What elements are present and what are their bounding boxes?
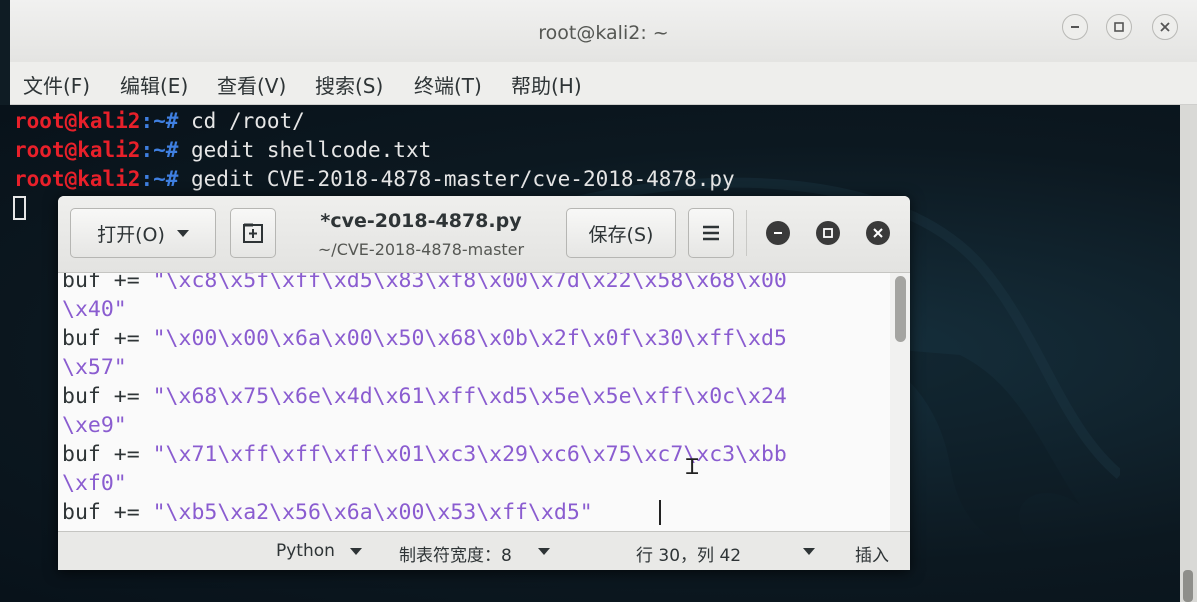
terminal-line: root@kali2:~# gedit shellcode.txt xyxy=(14,138,432,162)
insert-mode: 插入 xyxy=(855,546,889,566)
document-title: *cve-2018-4878.py xyxy=(320,210,522,232)
terminal-line: root@kali2:~# cd /root/ xyxy=(14,109,305,133)
terminal-close-icon[interactable] xyxy=(1152,14,1178,40)
code-line: buf += "\xb5\xa2\x56\x6a\x00\x53\xff\xd5… xyxy=(62,500,593,525)
menu-terminal[interactable]: 终端(T) xyxy=(414,70,482,99)
code-line: buf += "\x71\xff\xff\xff\x01\xc3\x29\xc6… xyxy=(62,442,787,467)
tab-width-selector[interactable]: 制表符宽度：8 xyxy=(399,541,512,566)
chevron-down-icon[interactable] xyxy=(350,548,362,555)
cursor-position[interactable]: 行 30，列 42 xyxy=(636,541,741,566)
hamburger-menu-icon xyxy=(703,225,719,241)
gedit-headerbar: 打开(O) *cve-2018-4878.py ~/CVE-2018-4878-… xyxy=(58,196,910,273)
chevron-down-icon[interactable] xyxy=(538,548,550,555)
chevron-down-icon xyxy=(176,229,189,237)
minimize-icon[interactable] xyxy=(766,221,790,245)
menu-view[interactable]: 查看(V) xyxy=(217,70,286,99)
maximize-icon[interactable] xyxy=(816,221,840,245)
language-selector[interactable]: Python xyxy=(276,541,335,561)
open-button[interactable]: 打开(O) xyxy=(70,208,216,258)
code-line: \x40" xyxy=(62,297,127,322)
code-line: buf += "\x00\x00\x6a\x00\x50\x68\x0b\x2f… xyxy=(62,326,787,351)
terminal-menubar: 文件(F) 编辑(E) 查看(V) 搜索(S) 终端(T) 帮助(H) xyxy=(10,62,1197,105)
ibeam-cursor-icon: Ɪ xyxy=(686,455,699,480)
open-button-label: 打开(O) xyxy=(97,223,165,246)
editor-scroll-thumb[interactable] xyxy=(895,276,906,342)
terminal-cursor xyxy=(13,196,26,220)
document-path: ~/CVE-2018-4878-master xyxy=(317,240,525,259)
save-button[interactable]: 保存(S) xyxy=(566,208,676,258)
menu-edit[interactable]: 编辑(E) xyxy=(120,70,188,99)
terminal-maximize-icon[interactable] xyxy=(1106,14,1132,40)
text-caret xyxy=(659,500,661,525)
statusbar: Python 制表符宽度：8 行 30，列 42 插入 xyxy=(58,531,910,570)
code-line: \x57" xyxy=(62,355,127,380)
gedit-window: 打开(O) *cve-2018-4878.py ~/CVE-2018-4878-… xyxy=(58,196,910,570)
close-icon[interactable] xyxy=(866,221,890,245)
code-line: buf += "\xc8\x5f\xff\xd5\x83\xf8\x00\x7d… xyxy=(62,273,787,293)
chevron-down-icon[interactable] xyxy=(803,548,815,555)
menu-help[interactable]: 帮助(H) xyxy=(511,70,582,99)
terminal-scrollbar[interactable] xyxy=(1180,105,1197,602)
code-line: \xe9" xyxy=(62,413,127,438)
terminal-line: root@kali2:~# gedit CVE-2018-4878-master… xyxy=(14,167,735,191)
menu-search[interactable]: 搜索(S) xyxy=(315,70,383,99)
code-line: \xf0" xyxy=(62,471,127,496)
new-document-button[interactable] xyxy=(230,208,276,258)
header-separator xyxy=(746,210,747,256)
hamburger-menu-button[interactable] xyxy=(688,208,734,258)
code-line: buf += "\x68\x75\x6e\x4d\x61\xff\xd5\x5e… xyxy=(62,384,787,409)
code-editor[interactable]: buf += "\xc8\x5f\xff\xd5\x83\xf8\x00\x7d… xyxy=(58,273,890,531)
terminal-scroll-thumb[interactable] xyxy=(1183,570,1193,602)
terminal-title: root@kali2: ~ xyxy=(538,22,669,44)
terminal-minimize-icon[interactable] xyxy=(1062,14,1088,40)
terminal-titlebar: root@kali2: ~ xyxy=(10,0,1197,63)
new-document-icon xyxy=(243,223,263,243)
menu-file[interactable]: 文件(F) xyxy=(23,70,90,99)
